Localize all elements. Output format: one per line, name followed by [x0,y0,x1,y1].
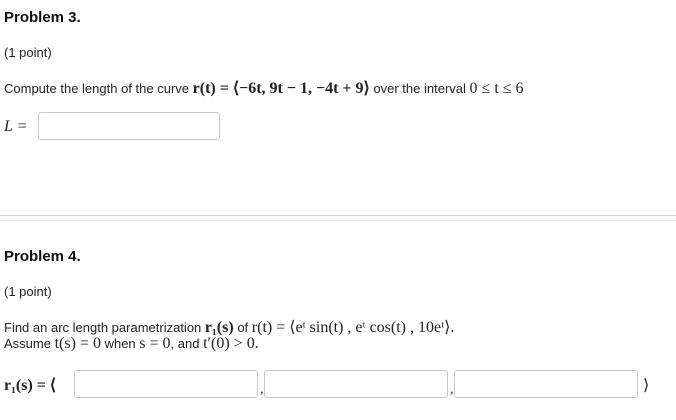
problem-3-answer-label: L = [4,118,28,135]
problem-4-answer-input-y[interactable] [264,370,448,398]
problem-3-prompt: Compute the length of the curve r(t) = ⟨… [4,78,524,98]
problem-3-answer-input[interactable] [38,112,220,140]
problem-4-assume-text: Assume [4,336,51,351]
problem-3-prompt-text: Compute the length of the curve [4,81,190,96]
problem-4-title: Problem 4. [4,248,81,265]
problem-3-interval-text: over the interval [373,81,466,96]
problem-3-title: Problem 3. [4,9,81,26]
problem-4-points: (1 point) [4,284,52,299]
section-divider [0,215,676,216]
comma-separator: , [260,382,264,397]
problem-4-answer-input-z[interactable] [454,370,638,398]
problem-4-t-prime-expression: t′(0) > 0. [203,335,259,352]
problem-3-section: Problem 3. (1 point) Compute the length … [0,0,676,216]
problem-4-prompt-line-2: Assume t(s) = 0 when s = 0, and t′(0) > … [4,335,259,353]
problem-4-prompt-line-1: Find an arc length parametrization r₁(s)… [4,317,454,337]
problem-3-curve-expression: r(t) = ⟨−6t, 9t − 1, −4t + 9⟩ [192,80,370,97]
problem-4-curve-expression: r(t) = ⟨eᵗ sin(t) , eᵗ cos(t) , 10eᵗ⟩. [251,319,455,336]
problem-3-interval-expression: 0 ≤ t ≤ 6 [469,80,524,97]
problem-4-answer-close: ⟩ [643,377,650,394]
problem-4-t-of-s-expression: t(s) = 0 [54,335,101,352]
problem-4-and-text: , and [170,336,200,351]
problem-4-section: Problem 4. (1 point) Find an arc length … [0,218,676,420]
problem-4-r1-expression: r₁(s) [204,319,234,336]
problem-4-answer-label: r₁(s) = ⟨ [4,377,57,394]
problem-4-of-text: of [237,320,249,335]
comma-separator: , [450,382,454,397]
problem-4-prompt-text: Find an arc length parametrization [4,320,202,335]
problem-3-points: (1 point) [4,45,52,60]
problem-4-s-expression: s = 0 [139,335,171,352]
problem-4-when-text: when [104,336,136,351]
problem-4-answer-input-x[interactable] [74,370,258,398]
